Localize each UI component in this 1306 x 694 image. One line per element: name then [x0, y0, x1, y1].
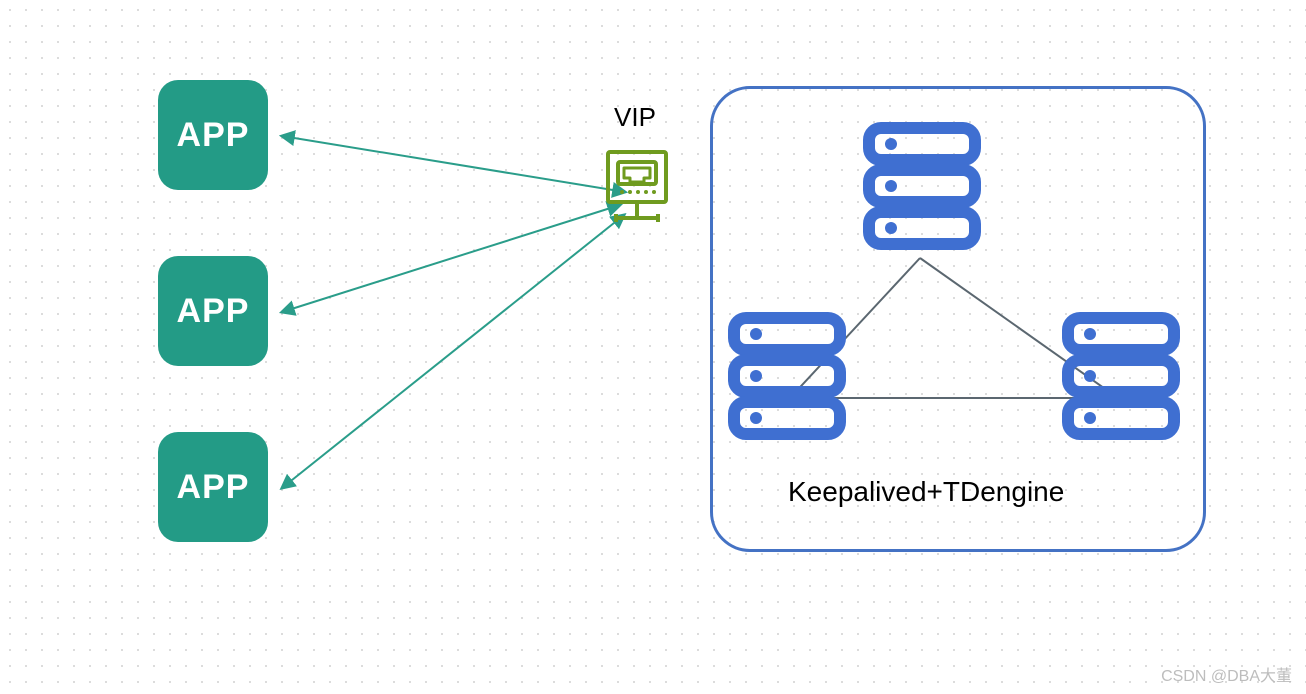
server-node-right-icon	[1056, 306, 1186, 446]
server-node-top-icon	[857, 116, 987, 256]
diagram-layer: APP APP APP VIP	[0, 0, 1306, 694]
cluster-label: Keepalived+TDengine	[788, 476, 1064, 508]
watermark-text: CSDN @DBA大董	[1161, 662, 1292, 686]
server-node-left-icon	[722, 306, 852, 446]
